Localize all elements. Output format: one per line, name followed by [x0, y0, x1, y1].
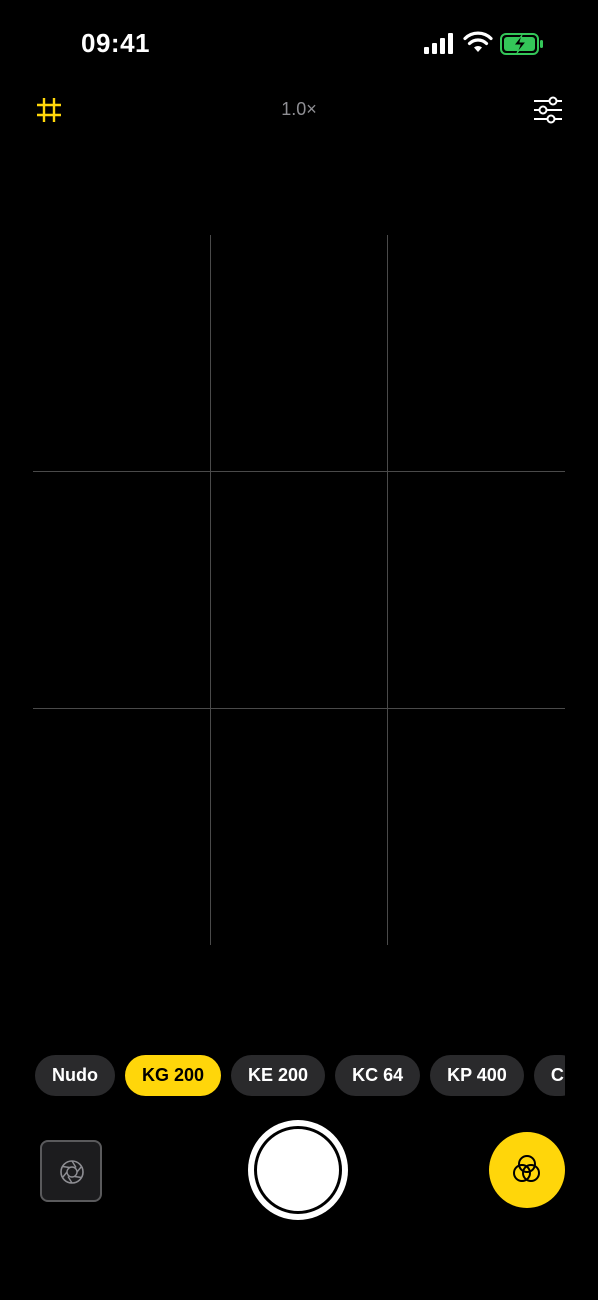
- battery-charging-icon: [500, 33, 543, 55]
- grid-line-vertical-2: [387, 235, 388, 945]
- filter-chip-ke200[interactable]: KE 200: [231, 1055, 326, 1096]
- grid-line-vertical-1: [210, 235, 211, 945]
- filter-chip-kg200[interactable]: KG 200: [124, 1055, 222, 1096]
- camera-top-bar: 1.0×: [0, 85, 598, 135]
- filters-button[interactable]: [489, 1132, 565, 1208]
- overlapping-circles-icon: [513, 1155, 540, 1182]
- shutter-ring: [254, 1126, 342, 1214]
- viewfinder[interactable]: [33, 235, 565, 945]
- grid-toggle-icon[interactable]: [34, 95, 64, 125]
- filter-chip-c[interactable]: C: [533, 1055, 565, 1096]
- cellular-signal-icon: [424, 33, 453, 54]
- status-time: 09:41: [81, 28, 150, 58]
- filter-chip-nudo[interactable]: Nudo: [35, 1055, 115, 1096]
- zoom-level[interactable]: 1.0×: [259, 99, 339, 120]
- shutter-button[interactable]: [248, 1120, 348, 1220]
- wifi-icon: [463, 31, 493, 52]
- grid-line-horizontal-2: [33, 708, 565, 709]
- status-bar: 09:41: [0, 0, 598, 90]
- grid-line-horizontal-1: [33, 471, 565, 472]
- settings-sliders-icon[interactable]: [532, 95, 564, 125]
- filter-chip-kp400[interactable]: KP 400: [430, 1055, 524, 1096]
- filter-chip-kc64[interactable]: KC 64: [335, 1055, 421, 1096]
- aperture-icon: [60, 1160, 84, 1184]
- film-filter-strip: Nudo KG 200 KE 200 KC 64 KP 400 C: [35, 1055, 565, 1097]
- camera-mode-button[interactable]: [40, 1140, 102, 1202]
